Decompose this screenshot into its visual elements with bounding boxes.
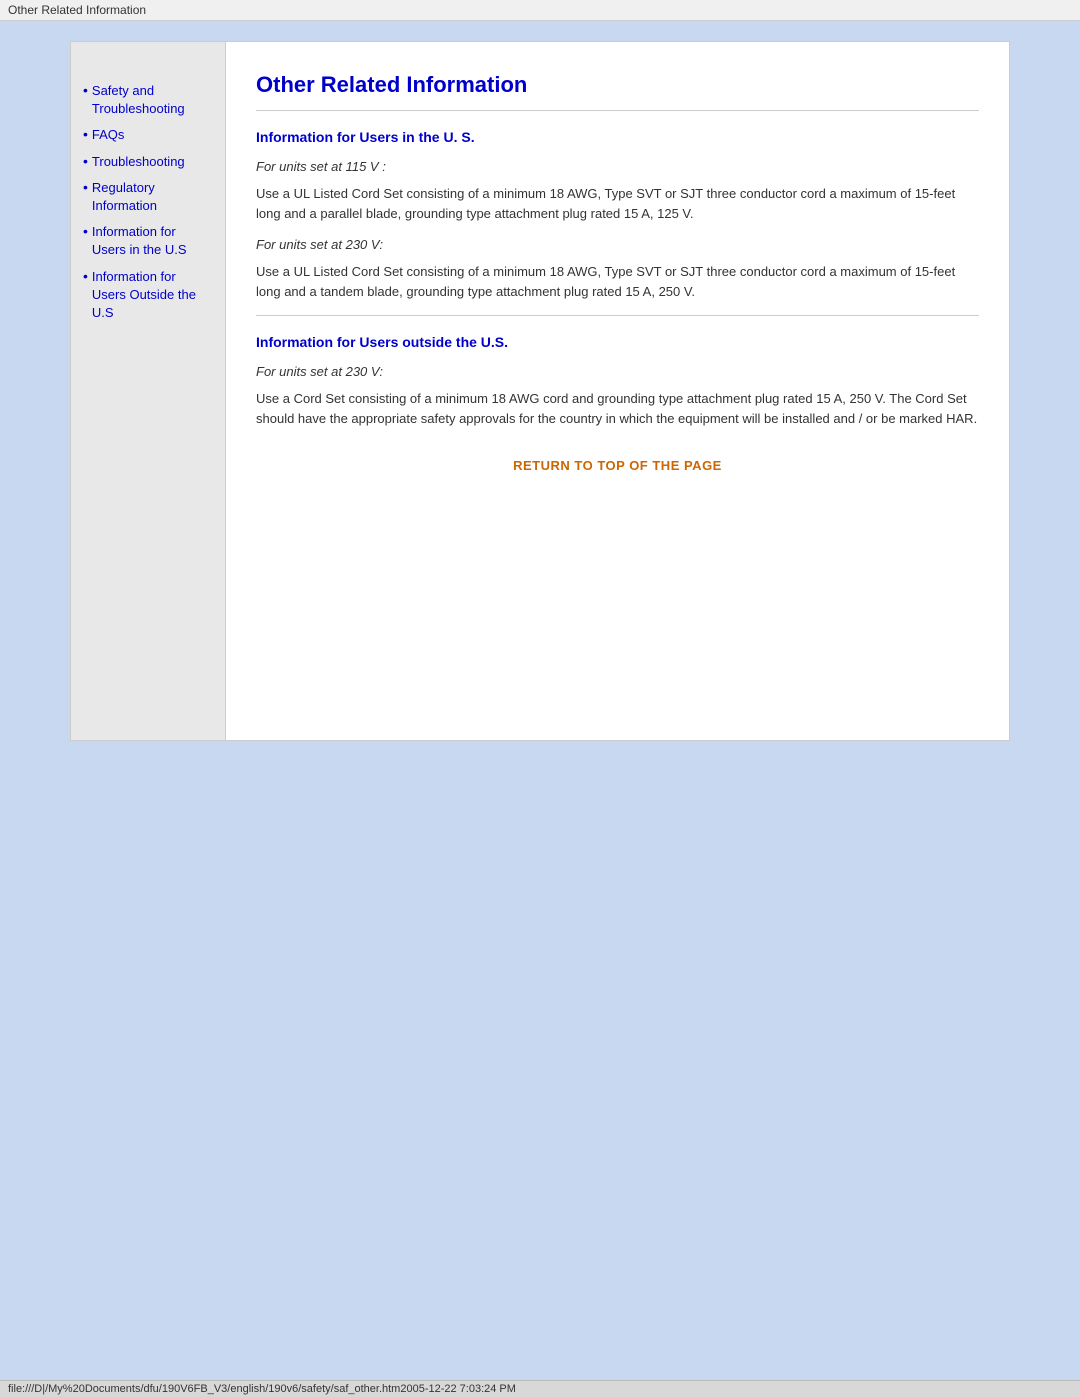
status-bar: file:///D|/My%20Documents/dfu/190V6FB_V3… xyxy=(0,1380,1080,1397)
sidebar-item-faqs[interactable]: • FAQs xyxy=(83,126,213,144)
bullet-icon: • xyxy=(83,179,88,195)
sidebar-item-users-outside[interactable]: • Information for Users Outside the U.S xyxy=(83,268,213,323)
sidebar-item-regulatory[interactable]: • Regulatory Information xyxy=(83,179,213,215)
sidebar-link-safety[interactable]: Safety and Troubleshooting xyxy=(92,82,213,118)
sidebar-item-users-us[interactable]: • Information for Users in the U.S xyxy=(83,223,213,259)
bullet-icon: • xyxy=(83,126,88,142)
subsection2-body: Use a UL Listed Cord Set consisting of a… xyxy=(256,262,979,301)
sidebar: • Safety and Troubleshooting • FAQs • Tr… xyxy=(71,42,226,740)
sidebar-item-troubleshooting[interactable]: • Troubleshooting xyxy=(83,153,213,171)
section-users-outside: Information for Users outside the U.S. F… xyxy=(256,334,979,428)
return-to-top-link[interactable]: RETURN TO TOP OF THE PAGE xyxy=(256,458,979,473)
title-bar: Other Related Information xyxy=(0,0,1080,21)
main-content: Other Related Information Information fo… xyxy=(226,42,1009,740)
sidebar-link-users-us[interactable]: Information for Users in the U.S xyxy=(92,223,213,259)
subsection1-body: Use a UL Listed Cord Set consisting of a… xyxy=(256,184,979,223)
page-container: • Safety and Troubleshooting • FAQs • Tr… xyxy=(70,41,1010,741)
subsection1-intro: For units set at 115 V : xyxy=(256,159,979,174)
bullet-icon: • xyxy=(83,153,88,169)
bullet-icon: • xyxy=(83,82,88,98)
subsection2-intro: For units set at 230 V: xyxy=(256,237,979,252)
sidebar-link-users-outside[interactable]: Information for Users Outside the U.S xyxy=(92,268,213,323)
status-bar-text: file:///D|/My%20Documents/dfu/190V6FB_V3… xyxy=(8,1383,516,1395)
bullet-icon: • xyxy=(83,223,88,239)
outside-intro: For units set at 230 V: xyxy=(256,364,979,379)
divider-top xyxy=(256,110,979,111)
browser-window: • Safety and Troubleshooting • FAQs • Tr… xyxy=(0,21,1080,1381)
section-title-outside: Information for Users outside the U.S. xyxy=(256,334,979,350)
section-title-us: Information for Users in the U. S. xyxy=(256,129,979,145)
outside-body: Use a Cord Set consisting of a minimum 1… xyxy=(256,389,979,428)
title-bar-text: Other Related Information xyxy=(8,3,146,17)
section-users-us: Information for Users in the U. S. For u… xyxy=(256,129,979,301)
page-title: Other Related Information xyxy=(256,72,979,98)
sidebar-link-troubleshooting[interactable]: Troubleshooting xyxy=(92,153,185,171)
sidebar-link-faqs[interactable]: FAQs xyxy=(92,126,125,144)
sidebar-item-safety[interactable]: • Safety and Troubleshooting xyxy=(83,82,213,118)
divider-middle xyxy=(256,315,979,316)
sidebar-link-regulatory[interactable]: Regulatory Information xyxy=(92,179,213,215)
bullet-icon: • xyxy=(83,268,88,284)
